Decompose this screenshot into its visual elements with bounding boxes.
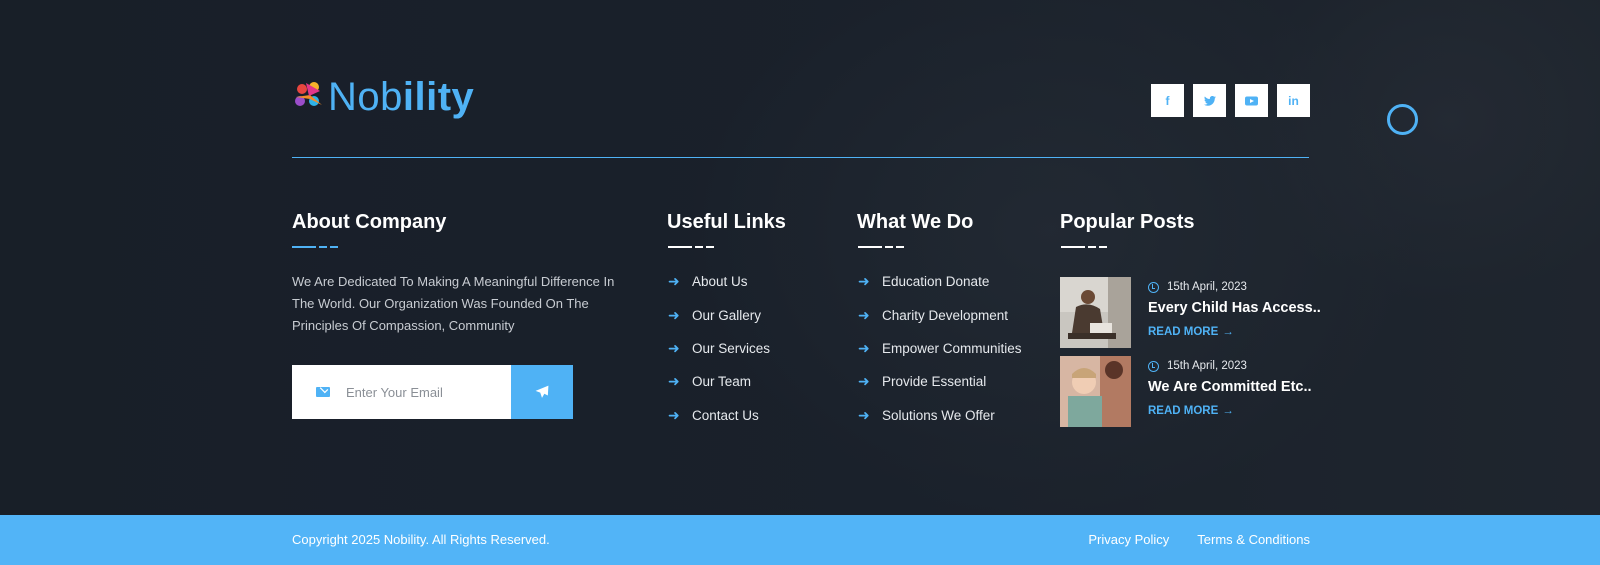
link-charity-development[interactable]: ➜ Charity Development bbox=[858, 298, 1022, 331]
arrow-right-icon: ➜ bbox=[668, 273, 680, 290]
header-divider bbox=[292, 157, 1309, 158]
social-links: f in bbox=[1151, 84, 1310, 117]
post-date-text: 15th April, 2023 bbox=[1167, 281, 1247, 293]
post-date: 15th April, 2023 bbox=[1148, 281, 1321, 293]
post-date-text: 15th April, 2023 bbox=[1167, 360, 1247, 372]
about-title-underline bbox=[292, 246, 338, 248]
arrow-right-icon: ➜ bbox=[668, 406, 680, 423]
logo-mark-icon bbox=[292, 79, 328, 115]
link-label: Contact Us bbox=[692, 407, 759, 423]
bottom-bar: Copyright 2025 Nobility. All Rights Rese… bbox=[0, 515, 1600, 565]
arrow-right-icon: ➜ bbox=[858, 306, 870, 323]
arrow-right-icon: ➜ bbox=[858, 406, 870, 423]
facebook-icon[interactable]: f bbox=[1151, 84, 1184, 117]
email-field-wrapper bbox=[292, 365, 511, 419]
arrow-right-icon: ➜ bbox=[668, 306, 680, 323]
link-provide-essential[interactable]: ➜ Provide Essential bbox=[858, 365, 1022, 398]
post-item[interactable]: 15th April, 2023 Every Child Has Access.… bbox=[1060, 277, 1321, 348]
popular-posts-title: Popular Posts bbox=[1060, 211, 1195, 233]
what-we-do-list: ➜ Education Donate ➜ Charity Development ➜… bbox=[858, 265, 1022, 432]
link-label: Our Team bbox=[692, 374, 752, 390]
link-label: About Us bbox=[692, 274, 748, 290]
useful-links-underline bbox=[668, 246, 714, 248]
about-text: We Are Dedicated To Making A Meaningful … bbox=[292, 274, 615, 333]
privacy-policy-link[interactable]: Privacy Policy bbox=[1088, 532, 1169, 547]
link-label: Charity Development bbox=[882, 307, 1009, 323]
arrow-right-icon: → bbox=[1222, 326, 1234, 338]
link-label: Education Donate bbox=[882, 274, 990, 290]
linkedin-icon[interactable]: in bbox=[1277, 84, 1310, 117]
link-label: Solutions We Offer bbox=[882, 407, 995, 423]
popular-posts-underline bbox=[1061, 246, 1107, 248]
link-label: Our Services bbox=[692, 340, 771, 356]
clock-icon bbox=[1148, 281, 1159, 293]
twitter-icon[interactable] bbox=[1193, 84, 1226, 117]
paper-plane-icon bbox=[535, 385, 549, 398]
link-label: Our Gallery bbox=[692, 307, 762, 323]
footer-main: Nobility f in About Company We Are Dedic… bbox=[0, 0, 1600, 515]
post-thumbnail[interactable] bbox=[1060, 356, 1131, 427]
arrow-right-icon: ➜ bbox=[858, 373, 870, 390]
post-body: 15th April, 2023 Every Child Has Access.… bbox=[1148, 277, 1321, 348]
arrow-right-icon: ➜ bbox=[858, 339, 870, 356]
logo-text: Nobility bbox=[328, 77, 474, 117]
arrow-right-icon: ➜ bbox=[858, 273, 870, 290]
link-our-services[interactable]: ➜ Our Services bbox=[668, 332, 770, 365]
arrow-right-icon: ➜ bbox=[668, 339, 680, 356]
post-thumbnail[interactable] bbox=[1060, 277, 1131, 348]
bottom-links: Privacy Policy Terms & Conditions bbox=[1088, 532, 1310, 547]
copyright-text: Copyright 2025 Nobility. All Rights Rese… bbox=[292, 532, 550, 547]
terms-conditions-link[interactable]: Terms & Conditions bbox=[1197, 532, 1310, 547]
about-title: About Company bbox=[292, 211, 447, 233]
logo[interactable]: Nobility bbox=[292, 74, 474, 120]
link-solutions-we-offer[interactable]: ➜ Solutions We Offer bbox=[858, 399, 1022, 432]
link-our-team[interactable]: ➜ Our Team bbox=[668, 365, 770, 398]
mail-icon bbox=[316, 387, 330, 397]
read-more-label: READ MORE bbox=[1148, 326, 1219, 338]
clock-icon bbox=[1148, 360, 1159, 372]
read-more-label: READ MORE bbox=[1148, 405, 1219, 417]
post-title[interactable]: Every Child Has Access.. bbox=[1148, 300, 1321, 316]
post-body: 15th April, 2023 We Are Committed Etc.. … bbox=[1148, 356, 1312, 427]
what-we-do-underline bbox=[858, 246, 904, 248]
link-education-donate[interactable]: ➜ Education Donate bbox=[858, 265, 1022, 298]
what-we-do-title: What We Do bbox=[857, 211, 974, 233]
subscribe-form bbox=[292, 365, 573, 419]
link-about-us[interactable]: ➜ About Us bbox=[668, 265, 770, 298]
useful-links-list: ➜ About Us ➜ Our Gallery ➜ Our Services ➜ Ou… bbox=[668, 265, 770, 432]
youtube-icon[interactable] bbox=[1235, 84, 1268, 117]
post-date: 15th April, 2023 bbox=[1148, 360, 1312, 372]
useful-links-title: Useful Links bbox=[667, 211, 786, 233]
link-label: Empower Communities bbox=[882, 340, 1022, 356]
post-item[interactable]: 15th April, 2023 We Are Committed Etc.. … bbox=[1060, 356, 1312, 427]
arrow-right-icon: → bbox=[1222, 405, 1234, 417]
read-more-link[interactable]: READ MORE → bbox=[1148, 405, 1312, 417]
subscribe-button[interactable] bbox=[511, 365, 573, 419]
logo-text-bold: ility bbox=[402, 75, 475, 119]
arrow-right-icon: ➜ bbox=[668, 373, 680, 390]
email-input[interactable] bbox=[346, 384, 496, 400]
decorative-ring-icon bbox=[1387, 104, 1418, 135]
link-our-gallery[interactable]: ➜ Our Gallery bbox=[668, 298, 770, 331]
logo-text-light: Nob bbox=[328, 75, 403, 119]
link-empower-communities[interactable]: ➜ Empower Communities bbox=[858, 332, 1022, 365]
read-more-link[interactable]: READ MORE → bbox=[1148, 326, 1321, 338]
post-title[interactable]: We Are Committed Etc.. bbox=[1148, 379, 1312, 395]
link-contact-us[interactable]: ➜ Contact Us bbox=[668, 399, 770, 432]
link-label: Provide Essential bbox=[882, 374, 987, 390]
